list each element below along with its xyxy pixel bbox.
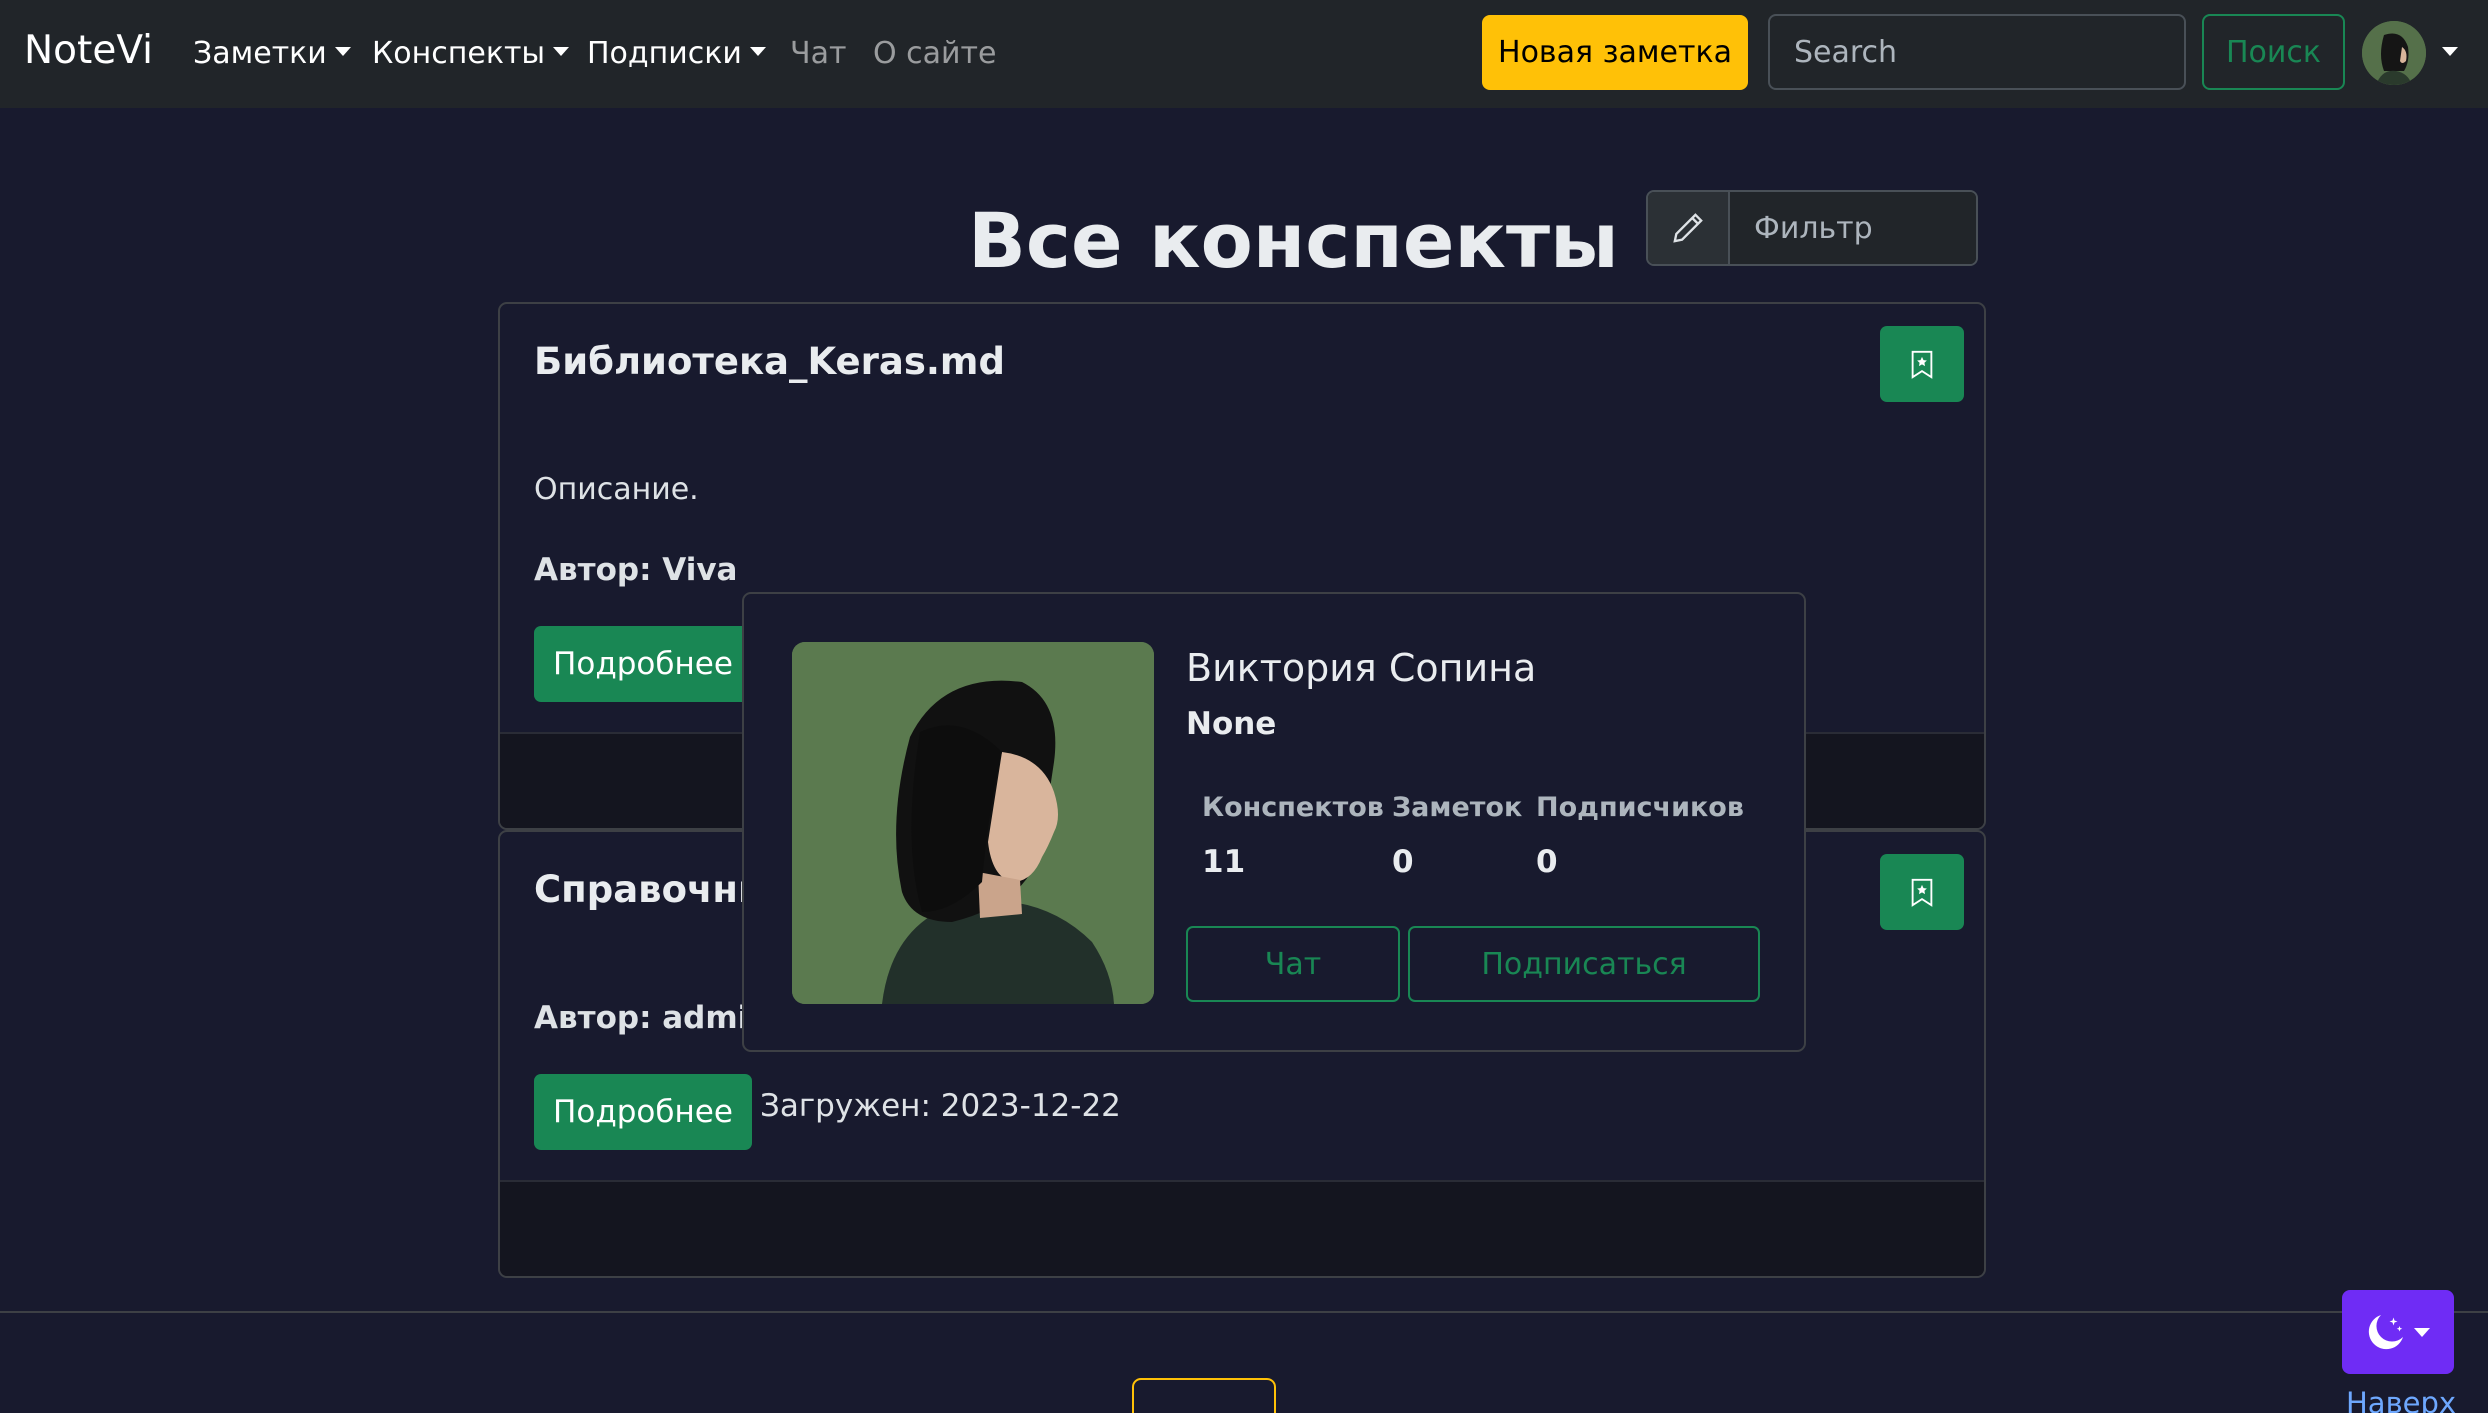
chevron-down-icon [749, 47, 766, 56]
stat-value-summaries: 11 [1202, 844, 1246, 880]
theme-toggle-button[interactable] [2342, 1290, 2454, 1374]
card-footer [500, 1180, 1984, 1276]
profile-name: Виктория Сопина [1186, 646, 1537, 690]
avatar-image [2362, 21, 2426, 85]
card-title: Библиотека_Keras.md [534, 340, 1005, 383]
nav-item-chat[interactable]: Чат [790, 36, 846, 71]
brand-logo[interactable]: NoteVi [24, 28, 153, 73]
stat-label-notes: Заметок [1392, 792, 1523, 823]
nav-item-subscriptions-label: Подписки [587, 36, 742, 71]
chevron-down-icon [2414, 1327, 2430, 1337]
stat-label-followers: Подписчиков [1536, 792, 1744, 823]
details-button[interactable]: Подробнее [534, 1074, 752, 1150]
nav-item-notes-label: Заметки [193, 36, 327, 71]
details-button[interactable]: Подробнее [534, 626, 752, 702]
card-author: Автор: Viva [534, 552, 738, 588]
navbar: NoteVi Заметки Конспекты Подписки Чат О … [0, 0, 2488, 108]
page-title: Все конспекты [968, 196, 1619, 285]
bookmark-button[interactable] [1880, 854, 1964, 930]
nav-item-about[interactable]: О сайте [873, 36, 996, 71]
user-avatar[interactable] [2362, 21, 2426, 85]
filter-input-group[interactable]: Фильтр [1646, 190, 1978, 266]
filter-field[interactable]: Фильтр [1730, 192, 1976, 264]
bookmark-star-icon [1911, 350, 1933, 379]
card-title: Справочни [534, 868, 764, 911]
nav-item-subscriptions[interactable]: Подписки [587, 36, 766, 71]
user-profile-popover: Виктория Сопина None Конспектов Заметок … [742, 592, 1806, 1052]
nav-item-summaries-label: Конспекты [372, 36, 546, 71]
search-input[interactable] [1768, 14, 2186, 90]
footer-divider [0, 1311, 2488, 1313]
search-button[interactable]: Поиск [2202, 14, 2345, 90]
chat-button[interactable]: Чат [1186, 926, 1400, 1002]
profile-photo [792, 642, 1154, 1004]
stat-value-followers: 0 [1536, 844, 1558, 880]
card-description: Описание. [534, 472, 699, 507]
card-author: Автор: admin [534, 1000, 771, 1036]
stat-label-summaries: Конспектов [1202, 792, 1384, 823]
moon-stars-icon [2368, 1315, 2403, 1350]
nav-item-notes[interactable]: Заметки [193, 36, 351, 71]
stat-value-notes: 0 [1392, 844, 1414, 880]
pencil-icon [1648, 192, 1730, 264]
pagination-button[interactable] [1132, 1378, 1276, 1413]
chevron-down-icon [553, 47, 570, 56]
user-menu-chevron-icon[interactable] [2442, 47, 2458, 56]
nav-item-summaries[interactable]: Конспекты [372, 36, 570, 71]
chevron-down-icon [334, 47, 351, 56]
back-to-top-link[interactable]: Наверх [2346, 1386, 2456, 1413]
new-note-button[interactable]: Новая заметка [1482, 15, 1748, 90]
bookmark-star-icon [1911, 878, 1933, 907]
upload-date: Загружен: 2023-12-22 [760, 1088, 1121, 1124]
subscribe-button[interactable]: Подписаться [1408, 926, 1760, 1002]
bookmark-button[interactable] [1880, 326, 1964, 402]
profile-status: None [1186, 706, 1277, 742]
